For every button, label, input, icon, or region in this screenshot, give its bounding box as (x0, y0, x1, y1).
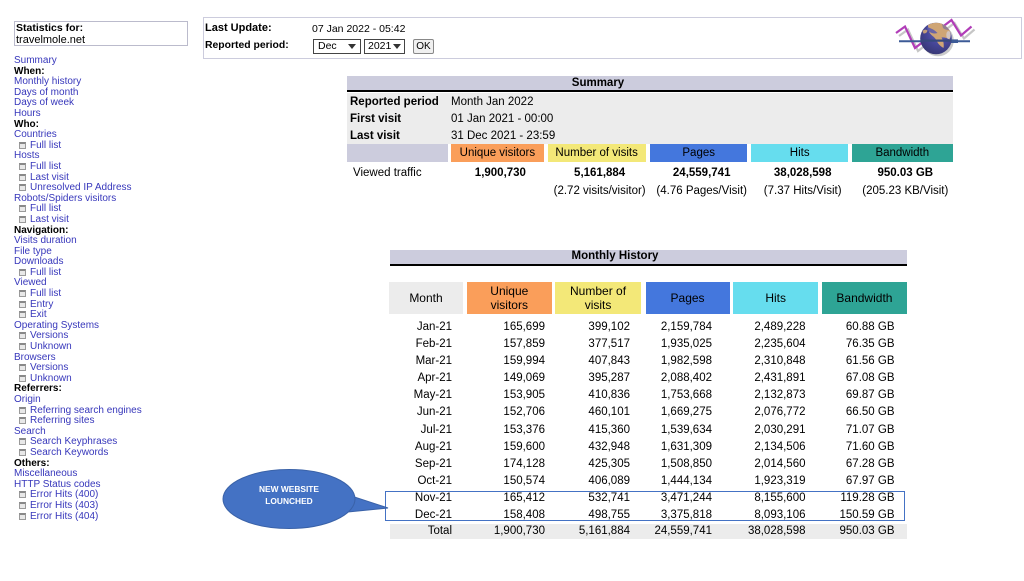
svg-text:LOUNCHED: LOUNCHED (265, 496, 312, 506)
svg-text:NEW WEBSITE: NEW WEBSITE (259, 484, 319, 494)
